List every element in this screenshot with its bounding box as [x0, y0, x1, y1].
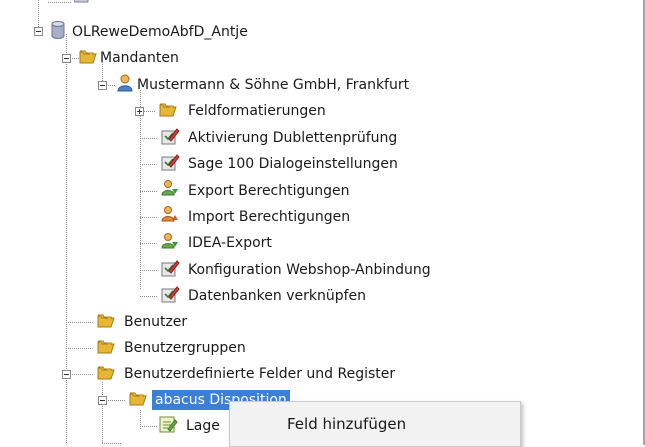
tree-item-sage-dialog[interactable]: Sage 100 Dialogeinstellungen: [188, 154, 398, 174]
collapse-toggle-abacus[interactable]: [98, 396, 107, 405]
tree-item-lager[interactable]: Lage: [186, 416, 220, 436]
expand-toggle-feldformatierungen[interactable]: [135, 107, 144, 116]
tree-view: OLReweDemoAbfD_Antje Mandanten Musterman…: [0, 0, 645, 447]
tree-connector: [66, 348, 94, 349]
users-export-icon: [161, 233, 178, 249]
tree-connector: [48, 2, 72, 3]
pencil-check-icon: [161, 128, 180, 145]
tree-connector: [140, 426, 158, 427]
tree-item-idea-export[interactable]: IDEA-Export: [188, 233, 272, 253]
tree-connector: [66, 322, 94, 323]
user-icon: [117, 74, 133, 92]
context-menu: Feld hinzufügen: [229, 401, 521, 447]
tree-connector: [140, 138, 158, 139]
users-import-icon: [161, 206, 178, 222]
tree-item-benutzergruppen[interactable]: Benutzergruppen: [124, 338, 246, 358]
tree-item-database[interactable]: OLReweDemoAbfD_Antje: [72, 22, 248, 42]
tree-item-company[interactable]: Mustermann & Söhne GmbH, Frankfurt: [137, 75, 409, 95]
tree-connector: [38, 0, 39, 30]
collapse-toggle-company[interactable]: [98, 81, 107, 90]
tree-connector: [102, 382, 103, 444]
tree-connector: [140, 217, 158, 218]
tree-item-datenbanken[interactable]: Datenbanken verknüpfen: [188, 286, 366, 306]
database-icon: [51, 21, 65, 39]
folder-icon: [97, 314, 115, 328]
tree-connector: [140, 270, 158, 271]
tree-connector: [140, 90, 141, 290]
tree-connector: [102, 443, 122, 444]
form-edit-icon: [159, 416, 178, 433]
partial-item-icon: [74, 0, 89, 3]
tree-item-import[interactable]: Import Berechtigungen: [188, 207, 350, 227]
tree-connector: [140, 164, 158, 165]
tree-item-benutzer[interactable]: Benutzer: [124, 312, 187, 332]
folder-icon: [97, 366, 115, 380]
tree-item-aktivierung[interactable]: Aktivierung Dublettenprüfung: [188, 128, 397, 148]
folder-icon: [97, 340, 115, 354]
tree-connector: [140, 191, 158, 192]
folder-icon: [159, 103, 177, 117]
pencil-check-icon: [161, 260, 180, 277]
tree-connector: [140, 296, 158, 297]
collapse-toggle-mandanten[interactable]: [62, 54, 71, 63]
menu-item-feld-hinzufuegen[interactable]: Feld hinzufügen: [287, 415, 406, 433]
folder-icon: [79, 50, 97, 64]
collapse-toggle-udf[interactable]: [62, 370, 71, 379]
tree-item-export[interactable]: Export Berechtigungen: [188, 181, 350, 201]
tree-connector: [140, 410, 141, 430]
tree-item-feldformatierungen[interactable]: Feldformatierungen: [188, 101, 326, 121]
tree-item-udf[interactable]: Benutzerdefinierte Felder und Register: [124, 364, 395, 384]
users-export-icon: [161, 180, 178, 196]
tree-connector: [66, 34, 67, 444]
folder-icon: [129, 392, 147, 406]
tree-item-mandanten[interactable]: Mandanten: [100, 48, 179, 68]
tree-item-webshop[interactable]: Konfiguration Webshop-Anbindung: [188, 260, 431, 280]
tree-connector: [140, 243, 158, 244]
pencil-check-icon: [161, 154, 180, 171]
collapse-toggle-db[interactable]: [34, 27, 43, 36]
pencil-check-icon: [161, 286, 180, 303]
